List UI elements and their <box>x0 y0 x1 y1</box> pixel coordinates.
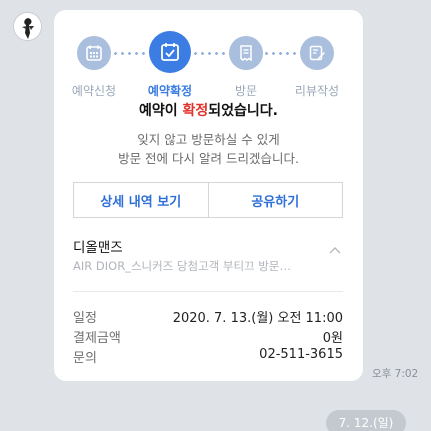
step-connector <box>263 52 299 55</box>
info-row-contact: 문의 02-511-3615 <box>73 347 343 366</box>
payment-value: 0원 <box>322 331 343 346</box>
step-4-circle <box>300 36 334 70</box>
info-row-payment: 결제금액 0원 <box>73 327 343 346</box>
contact-label: 문의 <box>73 351 97 366</box>
step-connector <box>192 52 232 55</box>
step-3-circle <box>229 36 263 70</box>
step-3-label: 방문 <box>234 84 258 98</box>
date-separator: 7. 12.(일) <box>326 410 406 431</box>
receipt-icon <box>240 45 252 62</box>
title-text: 예약이 <box>139 103 183 119</box>
step-connector <box>112 52 148 55</box>
store-name: 디올맨즈 <box>73 240 123 256</box>
calendar-check-icon <box>161 43 179 61</box>
calendar-grid-icon <box>86 45 102 61</box>
info-row-date: 일정 2020. 7. 13.(월) 오전 11:00 <box>73 307 343 326</box>
chevron-up-icon[interactable] <box>328 246 342 256</box>
title-text-end: 되었습니다. <box>208 103 278 119</box>
pencil-note-icon <box>309 45 325 61</box>
step-4-label: 리뷰작성 <box>294 84 340 98</box>
date-value: 2020. 7. 13.(월) 오전 11:00 <box>172 311 343 326</box>
progress-steps: 예약신청 예약확정 방문 리뷰작성 <box>54 28 363 98</box>
store-description: AIR DIOR_스니커즈 당첨고객 부티끄 방문… <box>73 259 291 273</box>
date-label: 일정 <box>73 311 97 326</box>
message-timestamp: 오후 7:02 <box>372 368 419 380</box>
step-2-label: 예약확정 <box>147 84 193 98</box>
step-1-label: 예약신청 <box>71 84 117 98</box>
title-highlight: 확정 <box>182 103 209 119</box>
message-line-1: 잊지 않고 방문하실 수 있게 <box>137 132 280 147</box>
confirmation-title: 예약이 확정되었습니다. <box>54 100 363 120</box>
divider <box>73 291 343 292</box>
payment-label: 결제금액 <box>73 331 121 346</box>
view-details-button[interactable]: 상세 내역 보기 <box>74 183 208 217</box>
contact-value[interactable]: 02-511-3615 <box>259 347 343 366</box>
avatar-image <box>14 13 41 40</box>
step-2-circle <box>149 31 191 73</box>
step-1-circle <box>77 36 111 70</box>
share-button[interactable]: 공유하기 <box>207 183 343 217</box>
message-line-2: 방문 전에 다시 알려 드리겠습니다. <box>118 151 299 166</box>
action-buttons: 상세 내역 보기 공유하기 <box>73 182 343 218</box>
reservation-card: 예약신청 예약확정 방문 리뷰작성 예약이 확정되었습니다. 잊지 않고 방문하… <box>54 10 363 381</box>
avatar[interactable] <box>13 12 42 41</box>
